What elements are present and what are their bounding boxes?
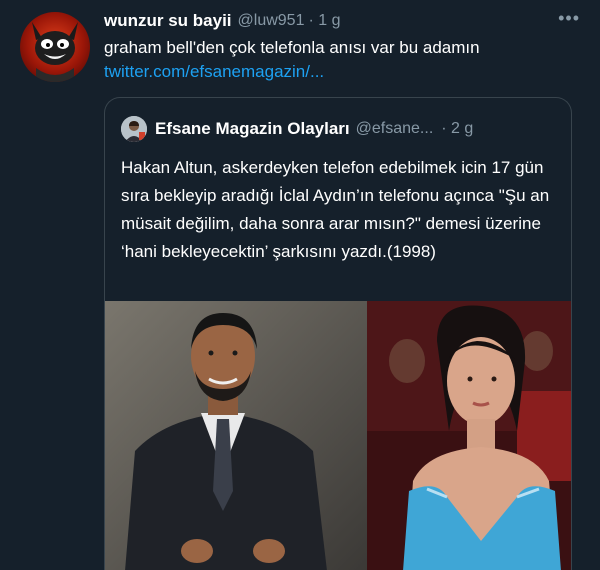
quoted-tweet-header: Efsane Magazin Olayları @efsane... · 2 g bbox=[121, 116, 555, 142]
author-handle[interactable]: @luw951 bbox=[238, 12, 305, 30]
author-avatar[interactable] bbox=[20, 12, 90, 82]
quoted-author-name[interactable]: Efsane Magazin Olayları bbox=[155, 119, 350, 139]
tweet-body: graham bell'den çok telefonla anısı var … bbox=[104, 36, 584, 84]
tweet-time[interactable]: · 1 g bbox=[308, 12, 340, 30]
author-name[interactable]: wunzur su bayii bbox=[104, 11, 232, 31]
quoted-tweet-text: Hakan Altun, askerdeyken telefon edebilm… bbox=[121, 158, 550, 261]
cartoon-avatar-icon bbox=[32, 22, 78, 82]
tweet-link[interactable]: twitter.com/efsanemagazin/... bbox=[104, 60, 584, 84]
quoted-tweet-time[interactable]: · 2 g bbox=[441, 120, 473, 138]
quoted-tweet-card[interactable]: Efsane Magazin Olayları @efsane... · 2 g… bbox=[104, 97, 572, 570]
quoted-author-avatar[interactable] bbox=[121, 116, 147, 142]
tweet-header: wunzur su bayii @luw951 · 1 g ••• bbox=[104, 8, 580, 32]
photo-man[interactable] bbox=[105, 301, 367, 570]
more-horizontal-icon[interactable]: ••• bbox=[558, 8, 580, 29]
quoted-tweet-media[interactable] bbox=[105, 301, 571, 570]
photo-woman[interactable] bbox=[367, 301, 571, 570]
quoted-author-handle[interactable]: @efsane... bbox=[356, 120, 434, 138]
man-photo-illustration bbox=[105, 301, 367, 570]
woman-photo-illustration bbox=[367, 301, 571, 570]
person-avatar-icon bbox=[121, 116, 147, 142]
tweet-text: graham bell'den çok telefonla anısı var … bbox=[104, 38, 480, 57]
